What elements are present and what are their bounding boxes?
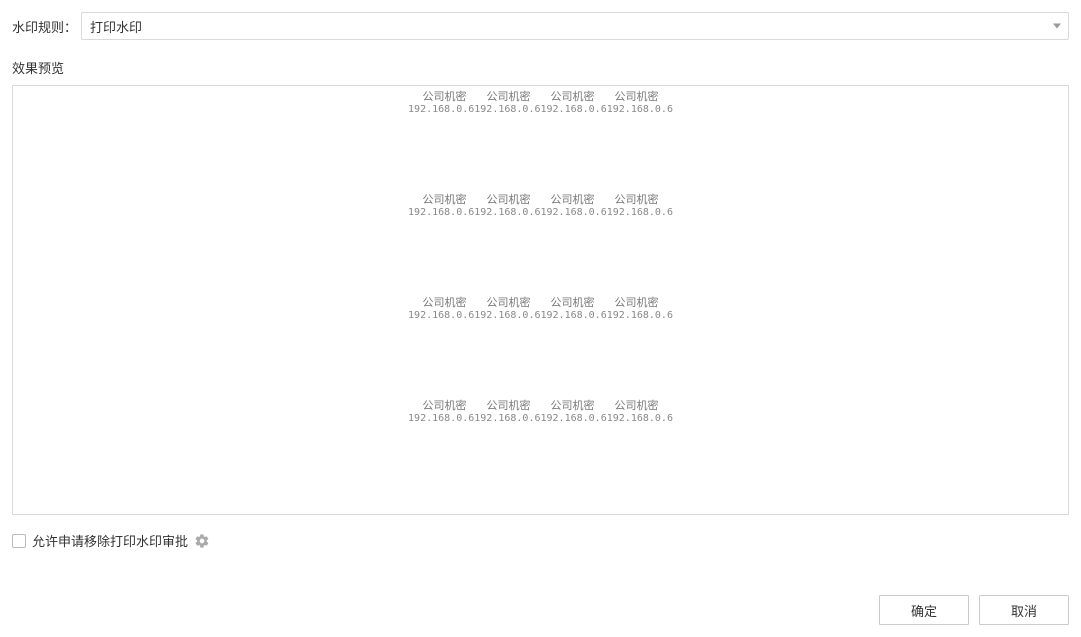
cancel-button[interactable]: 取消 <box>979 595 1069 625</box>
caret-down-icon <box>1053 21 1061 32</box>
watermark-cell: 公司机密 <box>615 92 659 103</box>
preview-box: 公司机密公司机密公司机密公司机密192.168.0.6192.168.0.619… <box>12 85 1069 515</box>
watermark-text-line1: 公司机密 公司机密 公司机密 公司机密 <box>408 195 673 206</box>
watermark-row: 公司机密公司机密公司机密公司机密192.168.0.6192.168.0.619… <box>408 92 673 115</box>
watermark-cell: 公司机密 <box>423 195 467 206</box>
watermark-ip-cell: 192.168.0.6 <box>541 311 607 321</box>
watermark-rule-select[interactable]: 打印水印 <box>81 12 1069 40</box>
watermark-cell: 公司机密 <box>551 298 595 309</box>
allow-remove-approval-checkbox[interactable] <box>12 534 26 548</box>
watermark-text-line1: 公司机密 公司机密 公司机密 公司机密 <box>408 401 673 412</box>
watermark-ip-cell: 192.168.0.6 <box>607 311 673 321</box>
watermark-cell: 公司机密 <box>551 401 595 412</box>
watermark-ip-cell: 192.168.0.6 <box>607 414 673 424</box>
watermark-ip-cell: 192.168.0.6 <box>607 105 673 115</box>
watermark-cell: 公司机密 <box>487 401 531 412</box>
watermark-ip-cell: 192.168.0.6 <box>541 208 607 218</box>
watermark-text-line2: 192.168.0.6192.168.0.6192.168.0.6192.168… <box>408 311 673 321</box>
watermark-ip-cell: 192.168.0.6 <box>474 414 540 424</box>
watermark-cell: 公司机密 <box>551 195 595 206</box>
watermark-grid: 公司机密公司机密公司机密公司机密192.168.0.6192.168.0.619… <box>408 86 673 424</box>
watermark-cell: 公司机密 <box>423 92 467 103</box>
preview-label: 效果预览 <box>12 58 1069 77</box>
watermark-ip-cell: 192.168.0.6 <box>474 105 540 115</box>
watermark-ip-cell: 192.168.0.6 <box>474 311 540 321</box>
watermark-ip-cell: 192.168.0.6 <box>541 414 607 424</box>
watermark-cell: 公司机密 <box>423 298 467 309</box>
watermark-text-line2: 192.168.0.6192.168.0.6192.168.0.6192.168… <box>408 208 673 218</box>
watermark-rule-label: 水印规则： <box>12 17 77 36</box>
allow-remove-approval-label: 允许申请移除打印水印审批 <box>32 531 188 550</box>
watermark-ip-cell: 192.168.0.6 <box>408 208 474 218</box>
watermark-text-line2: 192.168.0.6192.168.0.6192.168.0.6192.168… <box>408 414 673 424</box>
watermark-row: 公司机密公司机密公司机密公司机密192.168.0.6192.168.0.619… <box>408 298 673 321</box>
watermark-ip-cell: 192.168.0.6 <box>408 105 474 115</box>
watermark-ip-cell: 192.168.0.6 <box>408 311 474 321</box>
watermark-cell: 公司机密 <box>487 92 531 103</box>
watermark-ip-cell: 192.168.0.6 <box>541 105 607 115</box>
watermark-rule-selected-value: 打印水印 <box>90 17 142 36</box>
watermark-cell: 公司机密 <box>615 195 659 206</box>
watermark-row: 公司机密公司机密公司机密公司机密192.168.0.6192.168.0.619… <box>408 401 673 424</box>
watermark-cell: 公司机密 <box>615 298 659 309</box>
watermark-cell: 公司机密 <box>487 298 531 309</box>
watermark-ip-cell: 192.168.0.6 <box>408 414 474 424</box>
watermark-cell: 公司机密 <box>615 401 659 412</box>
watermark-text-line2: 192.168.0.6192.168.0.6192.168.0.6192.168… <box>408 105 673 115</box>
watermark-text-line1: 公司机密 公司机密 公司机密 公司机密 <box>408 92 673 103</box>
watermark-ip-cell: 192.168.0.6 <box>474 208 540 218</box>
watermark-cell: 公司机密 <box>487 195 531 206</box>
watermark-text-line1: 公司机密 公司机密 公司机密 公司机密 <box>408 298 673 309</box>
watermark-cell: 公司机密 <box>551 92 595 103</box>
watermark-row: 公司机密公司机密公司机密公司机密192.168.0.6192.168.0.619… <box>408 195 673 218</box>
watermark-ip-cell: 192.168.0.6 <box>607 208 673 218</box>
gear-icon[interactable] <box>194 533 210 549</box>
watermark-cell: 公司机密 <box>423 401 467 412</box>
ok-button[interactable]: 确定 <box>879 595 969 625</box>
